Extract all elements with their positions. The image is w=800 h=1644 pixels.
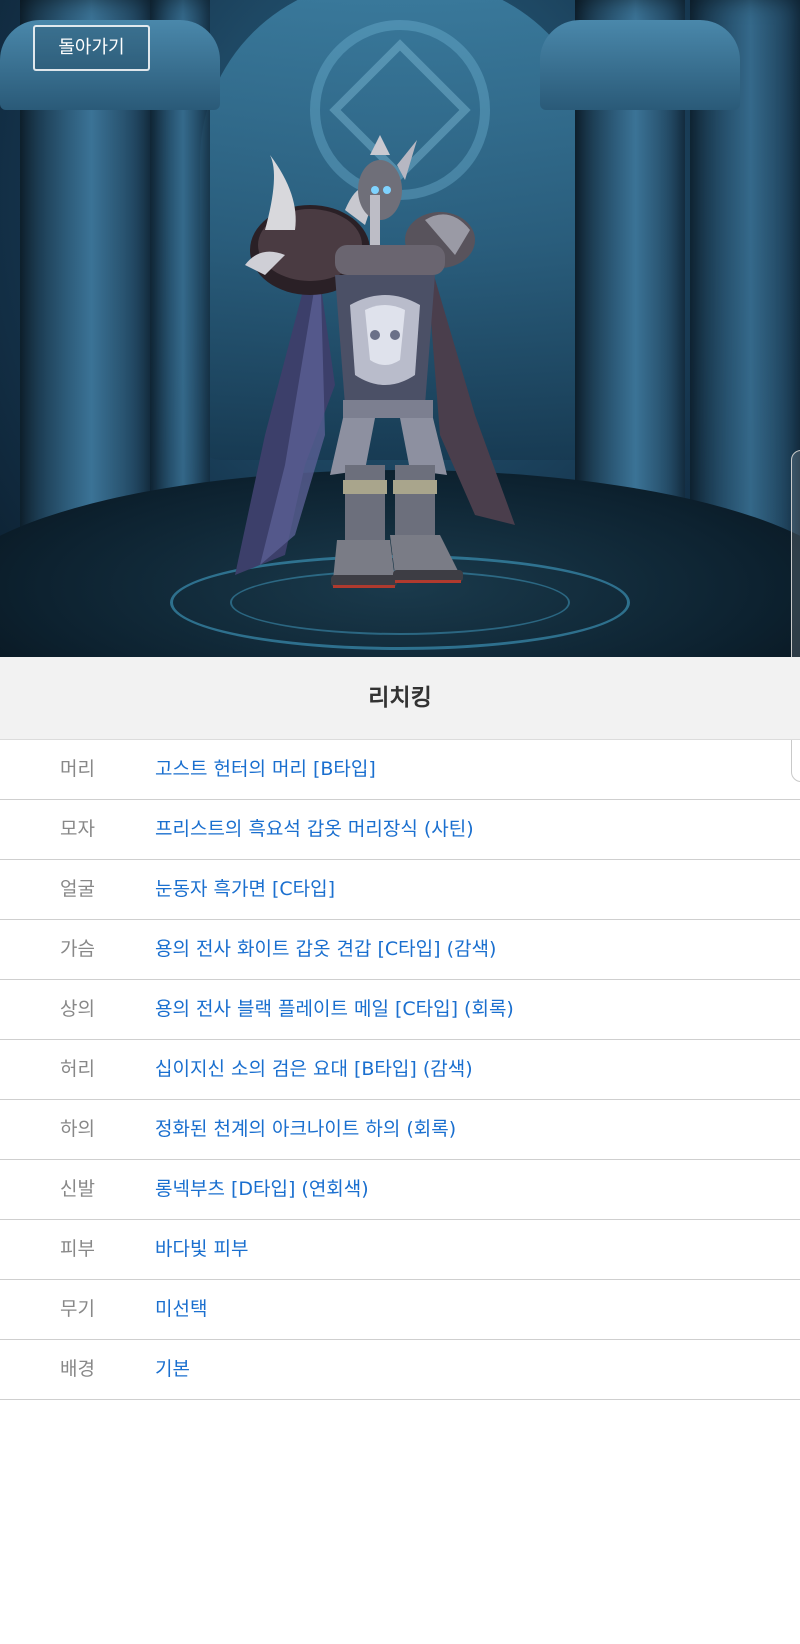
item-link[interactable]: 롱넥부츠 [D타입] (연회색)	[155, 1160, 369, 1218]
equipment-row-face: 얼굴 눈동자 흑가면 [C타입]	[0, 860, 800, 920]
equipment-row-head: 머리 고스트 헌터의 머리 [B타입]	[0, 740, 800, 800]
slot-label: 상의	[60, 998, 95, 1020]
pillar-capital-right	[540, 20, 740, 110]
slot-label: 무기	[60, 1298, 95, 1320]
equipment-list: 머리 고스트 헌터의 머리 [B타입] 모자 프리스트의 흑요석 갑옷 머리장식…	[0, 740, 800, 1400]
equipment-row-skin: 피부 바다빛 피부	[0, 1220, 800, 1280]
slot-label: 배경	[60, 1358, 95, 1380]
slot-label: 신발	[60, 1178, 95, 1200]
slot-label: 허리	[60, 1058, 95, 1080]
character-name-bar: 리치킹	[0, 657, 800, 740]
slot-label: 하의	[60, 1118, 95, 1140]
item-link[interactable]: 용의 전사 화이트 갑옷 견갑 [C타입] (감색)	[155, 920, 496, 978]
equipment-row-background: 배경 기본	[0, 1340, 800, 1400]
back-button[interactable]: 돌아가기	[33, 25, 150, 71]
avatar-preview-scene	[0, 0, 800, 657]
item-link[interactable]: 정화된 천계의 아크나이트 하의 (회록)	[155, 1100, 456, 1158]
slot-label: 피부	[60, 1238, 95, 1260]
item-link[interactable]: 눈동자 흑가면 [C타입]	[155, 860, 335, 918]
character-name: 리치킹	[368, 685, 432, 711]
slot-label: 머리	[60, 758, 95, 780]
slot-label: 모자	[60, 818, 95, 840]
item-link[interactable]: 고스트 헌터의 머리 [B타입]	[155, 740, 376, 798]
equipment-row-top: 상의 용의 전사 블랙 플레이트 메일 [C타입] (회록)	[0, 980, 800, 1040]
equipment-row-waist: 허리 십이지신 소의 검은 요대 [B타입] (감색)	[0, 1040, 800, 1100]
item-link[interactable]: 기본	[155, 1340, 190, 1398]
character-avatar	[235, 135, 515, 588]
item-link[interactable]: 프리스트의 흑요석 갑옷 머리장식 (사틴)	[155, 800, 474, 858]
slot-label: 가슴	[60, 938, 95, 960]
equipment-row-hat: 모자 프리스트의 흑요석 갑옷 머리장식 (사틴)	[0, 800, 800, 860]
item-link[interactable]: 미선택	[155, 1280, 207, 1338]
equipment-row-weapon: 무기 미선택	[0, 1280, 800, 1340]
slot-label: 얼굴	[60, 878, 95, 900]
equipment-row-chest: 가슴 용의 전사 화이트 갑옷 견갑 [C타입] (감색)	[0, 920, 800, 980]
item-link[interactable]: 십이지신 소의 검은 요대 [B타입] (감색)	[155, 1040, 473, 1098]
item-link[interactable]: 바다빛 피부	[155, 1220, 248, 1278]
equipment-row-bottom: 하의 정화된 천계의 아크나이트 하의 (회록)	[0, 1100, 800, 1160]
item-link[interactable]: 용의 전사 블랙 플레이트 메일 [C타입] (회록)	[155, 980, 514, 1038]
equipment-row-shoes: 신발 롱넥부츠 [D타입] (연회색)	[0, 1160, 800, 1220]
